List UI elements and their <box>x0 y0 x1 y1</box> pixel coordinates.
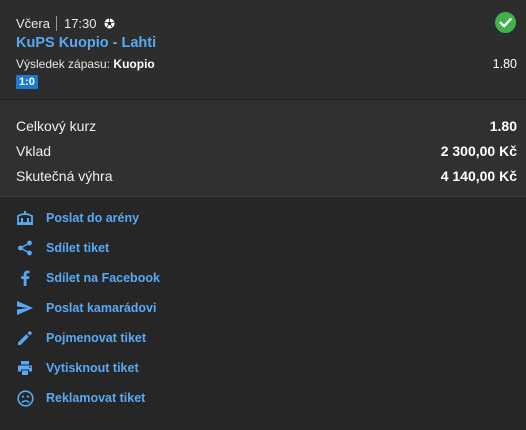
action-label: Sdílet tiket <box>46 241 110 255</box>
action-label: Pojmenovat tiket <box>46 331 147 345</box>
complain-ticket-button[interactable]: Reklamovat tiket <box>0 383 526 413</box>
action-label: Poslat kamarádovi <box>46 301 157 315</box>
share-icon <box>15 239 35 257</box>
selection-odd: 1.80 <box>492 57 517 71</box>
score-badge: 1:0 <box>16 75 38 89</box>
share-ticket-button[interactable]: Sdílet tiket <box>0 233 526 263</box>
pencil-icon <box>15 329 35 347</box>
market-label: Výsledek zápasu: <box>16 57 111 71</box>
stake-row: Vklad 2 300,00 Kč <box>16 141 517 161</box>
stake-label: Vklad <box>16 143 52 159</box>
match-time: 17:30 <box>63 15 97 31</box>
printer-icon <box>15 359 35 377</box>
soccer-ball-icon <box>103 17 115 29</box>
print-ticket-button[interactable]: Vytisknout tiket <box>0 353 526 383</box>
total-odds-row: Celkový kurz 1.80 <box>16 116 517 136</box>
stake-value: 2 300,00 Kč <box>440 143 517 159</box>
send-to-arena-button[interactable]: Poslat do arény <box>0 203 526 233</box>
action-label: Sdílet na Facebook <box>46 271 160 285</box>
action-label: Poslat do arény <box>46 211 140 225</box>
win-value: 4 140,00 Kč <box>440 168 517 184</box>
win-label: Skutečná výhra <box>16 168 113 184</box>
action-label: Vytisknout tiket <box>46 361 139 375</box>
meta-divider <box>55 15 57 31</box>
match-meta: Včera 17:30 <box>16 15 115 31</box>
total-odds-label: Celkový kurz <box>16 118 97 134</box>
match-day: Včera <box>16 15 50 31</box>
check-circle-icon <box>495 12 516 33</box>
rename-ticket-button[interactable]: Pojmenovat tiket <box>0 323 526 353</box>
bet-selection-card: Včera 17:30 KuPS Kuopio - Lahti Výsledek… <box>0 0 526 99</box>
selection-name: Kuopio <box>113 57 155 71</box>
ticket-summary: Celkový kurz 1.80 Vklad 2 300,00 Kč Skut… <box>0 99 526 197</box>
win-row: Skutečná výhra 4 140,00 Kč <box>16 166 517 186</box>
sad-face-icon <box>15 389 35 407</box>
market-line: Výsledek zápasu: Kuopio <box>16 57 155 71</box>
send-to-friend-button[interactable]: Poslat kamarádovi <box>0 293 526 323</box>
action-label: Reklamovat tiket <box>46 391 146 405</box>
share-facebook-button[interactable]: Sdílet na Facebook <box>0 263 526 293</box>
total-odds-value: 1.80 <box>489 118 517 134</box>
match-link[interactable]: KuPS Kuopio - Lahti <box>16 35 156 51</box>
facebook-icon <box>15 269 35 287</box>
arena-icon <box>15 209 35 227</box>
send-icon <box>15 299 35 317</box>
